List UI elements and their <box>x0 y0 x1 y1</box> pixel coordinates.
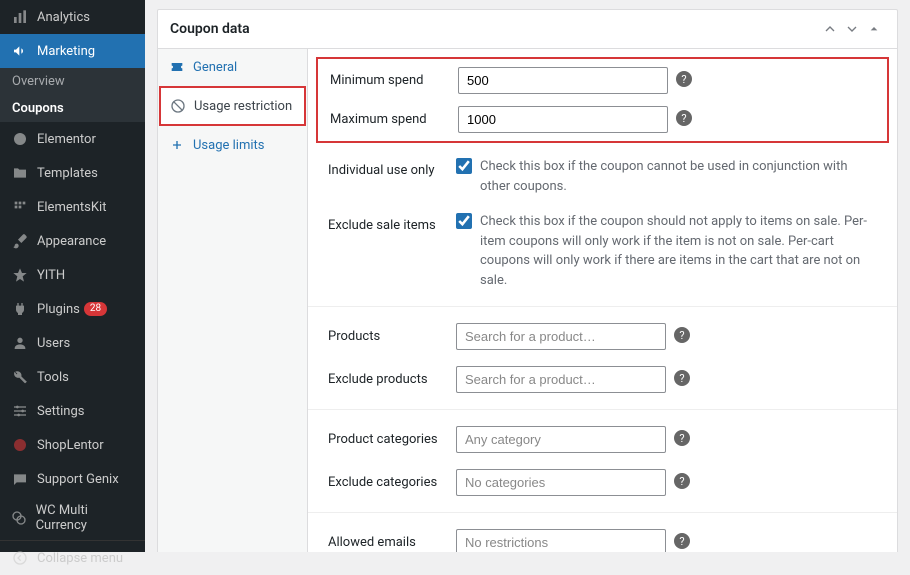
panel-title: Coupon data <box>170 21 819 37</box>
sidebar-item-templates[interactable]: Templates <box>0 156 145 190</box>
max-spend-label: Maximum spend <box>330 106 458 127</box>
sidebar-item-elementskit[interactable]: ElementsKit <box>0 190 145 224</box>
sidebar-item-label: Tools <box>37 370 69 385</box>
sidebar-item-label: Appearance <box>37 234 106 249</box>
collapse-icon <box>10 548 30 568</box>
products-input[interactable] <box>456 323 666 350</box>
sidebar-item-wc-multi-currency[interactable]: WC Multi Currency <box>0 496 145 540</box>
block-icon <box>169 98 187 114</box>
min-spend-label: Minimum spend <box>330 67 458 88</box>
bar-chart-icon <box>10 7 30 27</box>
help-icon[interactable]: ? <box>674 533 690 549</box>
move-up-icon[interactable] <box>819 18 841 40</box>
sidebar-item-label: ElementsKit <box>37 200 106 215</box>
tab-general[interactable]: General <box>158 49 307 85</box>
sidebar-item-yith[interactable]: YITH <box>0 258 145 292</box>
usage-restriction-form: Minimum spend ? Maximum spend ? <box>308 49 897 552</box>
yith-icon <box>10 265 30 285</box>
submenu-overview[interactable]: Overview <box>0 68 145 95</box>
sidebar-item-label: Analytics <box>37 10 90 25</box>
product-categories-label: Product categories <box>328 426 456 447</box>
individual-checkbox[interactable] <box>456 158 472 174</box>
admin-sidebar: Analytics Marketing Overview Coupons Ele… <box>0 0 145 552</box>
min-spend-input[interactable] <box>458 67 668 94</box>
user-icon <box>10 333 30 353</box>
sidebar-item-label: Plugins <box>37 302 80 317</box>
tab-label: Usage restriction <box>194 99 292 114</box>
limits-icon <box>168 137 186 153</box>
help-icon[interactable]: ? <box>674 473 690 489</box>
brush-icon <box>10 231 30 251</box>
divider <box>308 512 897 513</box>
sidebar-item-label: Support Genix <box>37 472 119 487</box>
exclude-categories-input[interactable] <box>456 469 666 496</box>
sidebar-item-elementor[interactable]: Elementor <box>0 122 145 156</box>
help-icon[interactable]: ? <box>676 110 692 126</box>
divider <box>308 409 897 410</box>
elementskit-icon <box>10 197 30 217</box>
sidebar-item-label: Users <box>37 336 70 351</box>
sidebar-item-label: WC Multi Currency <box>36 503 135 533</box>
currency-icon <box>10 508 29 528</box>
coupon-tabs: General Usage restriction Usage limits <box>158 49 308 552</box>
sidebar-item-label: Marketing <box>37 44 95 59</box>
sidebar-item-appearance[interactable]: Appearance <box>0 224 145 258</box>
sidebar-item-supportgenix[interactable]: Support Genix <box>0 462 145 496</box>
sidebar-item-users[interactable]: Users <box>0 326 145 360</box>
help-icon[interactable]: ? <box>674 430 690 446</box>
toggle-panel-icon[interactable] <box>863 18 885 40</box>
sidebar-item-label: Settings <box>37 404 84 419</box>
product-categories-input[interactable] <box>456 426 666 453</box>
sidebar-item-plugins[interactable]: Plugins 28 <box>0 292 145 326</box>
tab-usage-limits[interactable]: Usage limits <box>158 127 307 163</box>
help-icon[interactable]: ? <box>674 370 690 386</box>
support-icon <box>10 469 30 489</box>
max-spend-input[interactable] <box>458 106 668 133</box>
sliders-icon <box>10 401 30 421</box>
exclude-sale-desc: Check this box if the coupon should not … <box>480 212 877 290</box>
marketing-submenu: Overview Coupons <box>0 68 145 122</box>
individual-label: Individual use only <box>328 157 456 178</box>
sidebar-item-label: YITH <box>37 268 65 283</box>
exclude-sale-label: Exclude sale items <box>328 212 456 233</box>
products-label: Products <box>328 323 456 344</box>
elementor-icon <box>10 129 30 149</box>
allowed-emails-input[interactable] <box>456 529 666 552</box>
sidebar-item-shoplentor[interactable]: ShopLentor <box>0 428 145 462</box>
exclude-products-label: Exclude products <box>328 366 456 387</box>
sidebar-item-analytics[interactable]: Analytics <box>0 0 145 34</box>
sidebar-item-label: Elementor <box>37 132 96 147</box>
sidebar-item-settings[interactable]: Settings <box>0 394 145 428</box>
submenu-coupons[interactable]: Coupons <box>0 95 145 122</box>
update-badge: 28 <box>84 302 107 316</box>
collapse-menu[interactable]: Collapse menu <box>0 540 145 575</box>
ticket-icon <box>168 59 186 75</box>
individual-desc: Check this box if the coupon cannot be u… <box>480 157 877 196</box>
sidebar-item-label: Collapse menu <box>37 551 123 566</box>
allowed-emails-label: Allowed emails <box>328 529 456 550</box>
sidebar-item-label: ShopLentor <box>37 438 104 453</box>
tab-label: Usage limits <box>193 138 264 153</box>
exclude-categories-label: Exclude categories <box>328 469 456 490</box>
plug-icon <box>10 299 30 319</box>
exclude-sale-checkbox[interactable] <box>456 213 472 229</box>
tab-label: General <box>193 60 237 75</box>
tab-usage-restriction[interactable]: Usage restriction <box>159 86 306 126</box>
panel-header: Coupon data <box>158 10 897 49</box>
megaphone-icon <box>10 41 30 61</box>
spend-highlight: Minimum spend ? Maximum spend ? <box>316 57 889 143</box>
help-icon[interactable]: ? <box>676 71 692 87</box>
sidebar-item-label: Templates <box>37 166 98 181</box>
sidebar-item-marketing[interactable]: Marketing <box>0 34 145 68</box>
folder-icon <box>10 163 30 183</box>
help-icon[interactable]: ? <box>674 327 690 343</box>
coupon-data-panel: Coupon data General Usage restriction <box>157 9 898 552</box>
move-down-icon[interactable] <box>841 18 863 40</box>
divider <box>308 306 897 307</box>
wrench-icon <box>10 367 30 387</box>
sidebar-item-tools[interactable]: Tools <box>0 360 145 394</box>
shoplentor-icon <box>10 435 30 455</box>
exclude-products-input[interactable] <box>456 366 666 393</box>
